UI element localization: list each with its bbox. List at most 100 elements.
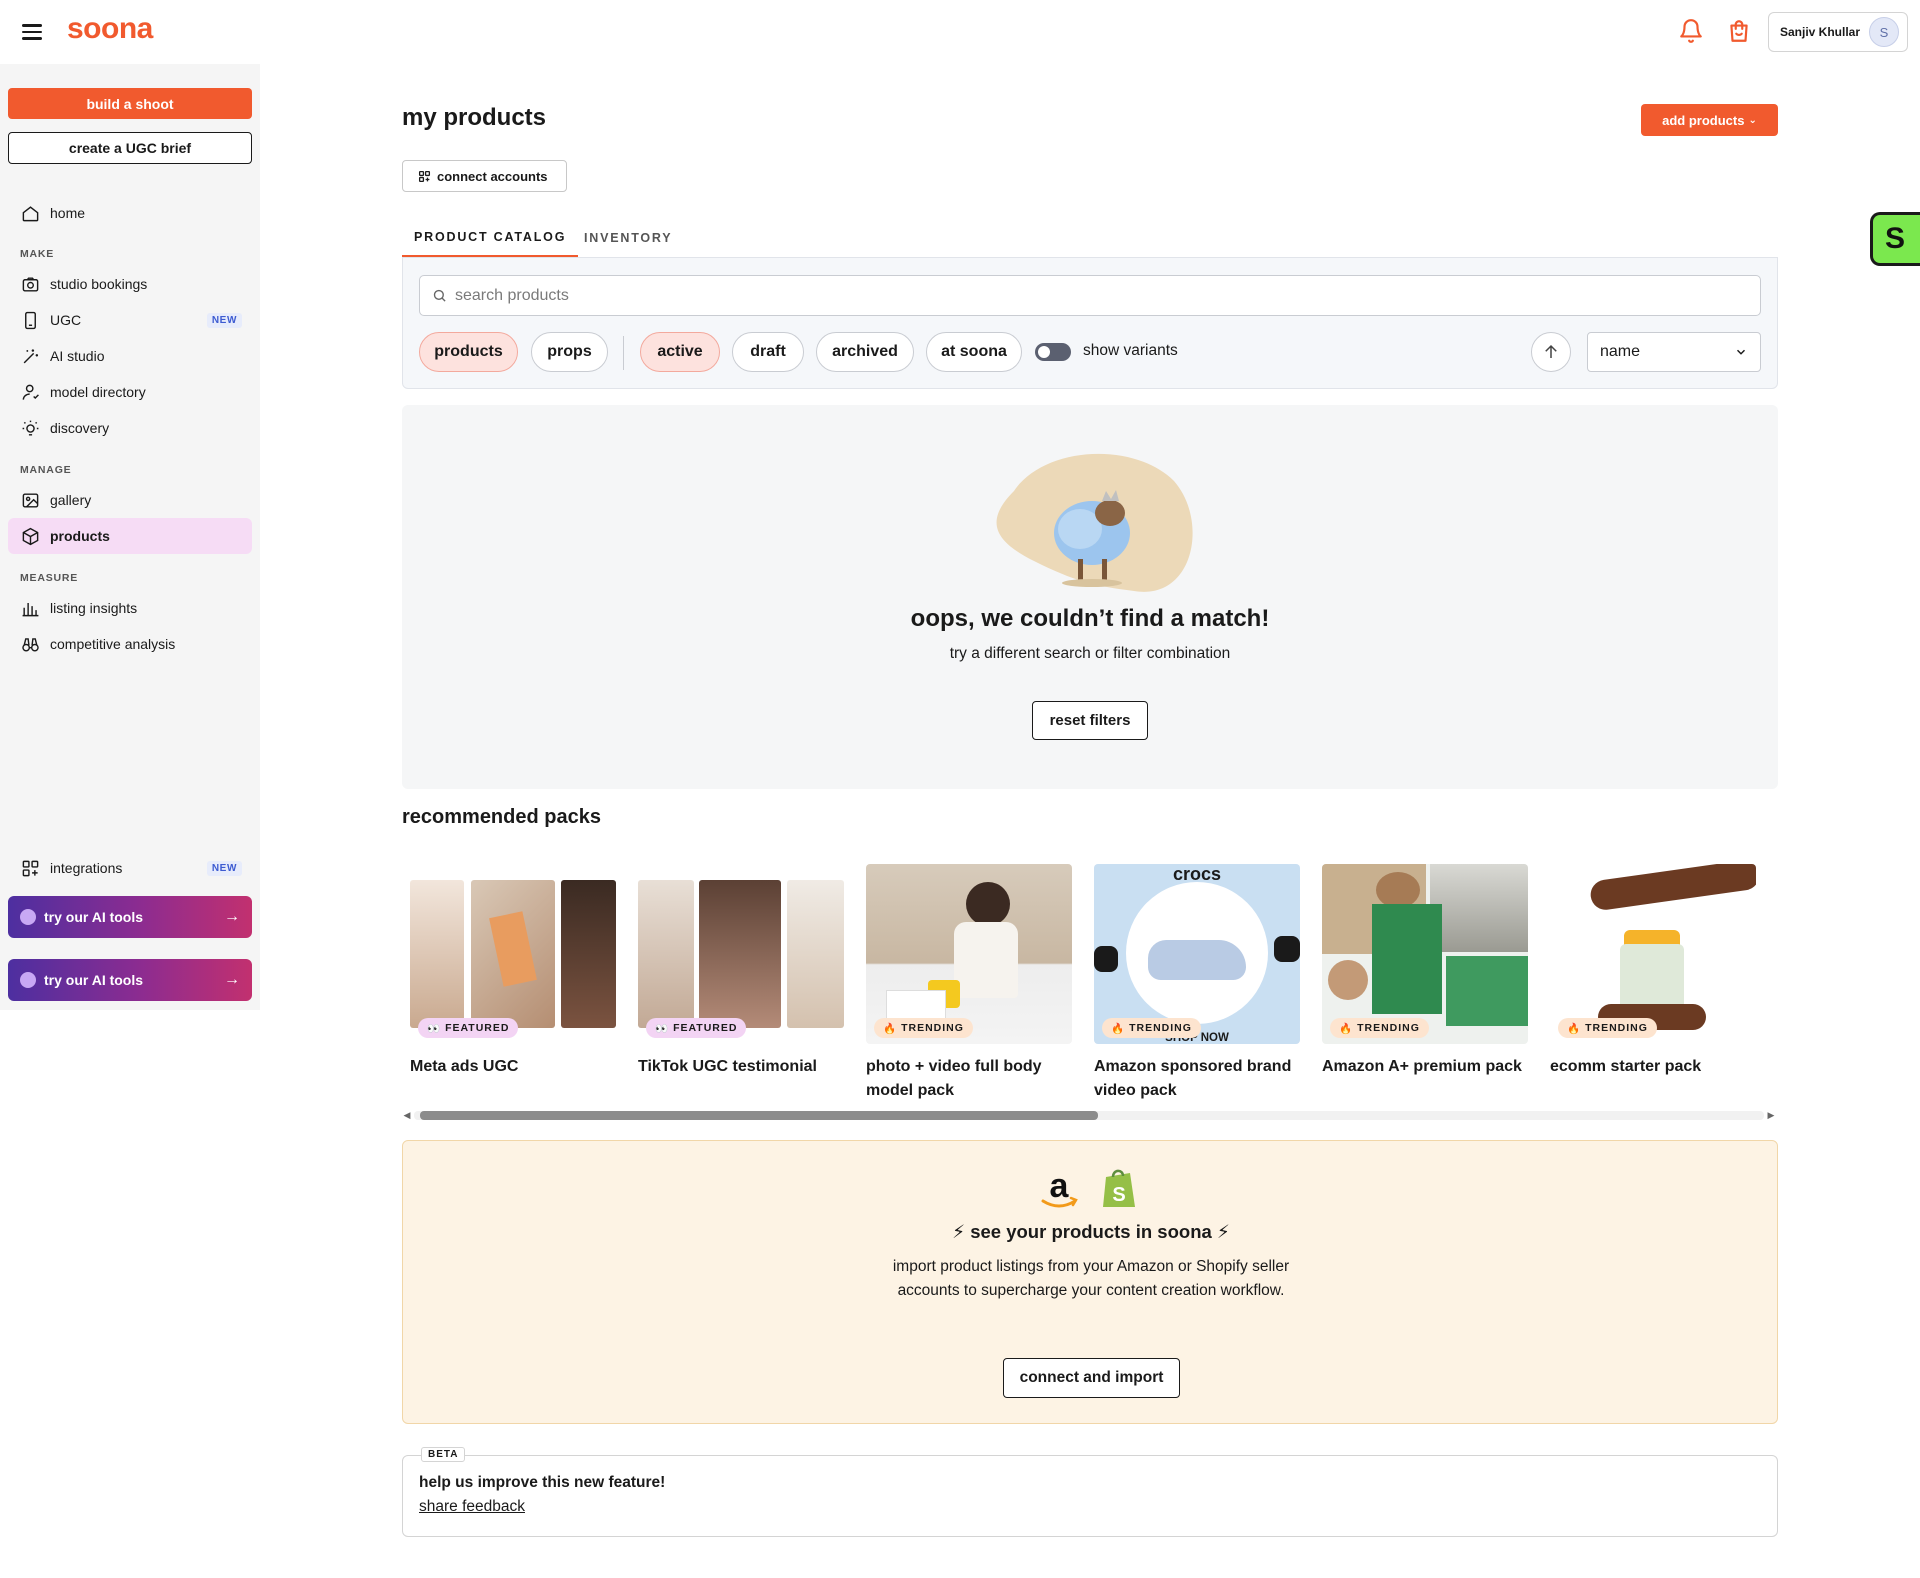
tab-product-catalog[interactable]: PRODUCT CATALOG (402, 218, 579, 258)
fire-icon: 🔥 (883, 1022, 898, 1035)
pack-card[interactable]: 🔥 TRENDING ecomm starter pack (1550, 864, 1756, 1079)
filter-props[interactable]: props (531, 332, 608, 372)
pack-card[interactable]: 🔥 TRENDING photo + video full body model … (866, 864, 1072, 1103)
search-input[interactable] (455, 286, 1717, 305)
pack-thumbnail[interactable]: crocs SHOP NOW 🔥 TRENDING (1094, 864, 1300, 1044)
pack-card[interactable]: crocs SHOP NOW 🔥 TRENDING Amazon sponsore… (1094, 864, 1300, 1103)
pack-name[interactable]: Meta ads UGC (410, 1055, 616, 1079)
show-variants-label: show variants (1083, 342, 1178, 359)
shopping-bag-icon[interactable] (1726, 18, 1752, 44)
pack-thumbnail[interactable]: 🔥 TRENDING (1550, 864, 1756, 1044)
image-icon (20, 490, 40, 510)
section-manage-label: MANAGE (20, 464, 72, 476)
beta-badge: BETA (421, 1447, 466, 1462)
pack-card[interactable]: 👀 FEATURED TikTok UGC testimonial (638, 864, 844, 1079)
sidebar-item-label: home (50, 205, 86, 221)
ai-tools-label: try our AI tools (44, 909, 144, 925)
tabs: PRODUCT CATALOG INVENTORY (402, 218, 1778, 258)
connect-accounts-button[interactable]: connect accounts (402, 160, 567, 192)
create-ugc-brief-button[interactable]: create a UGC brief (8, 132, 252, 164)
sidebar-item-label: AI studio (50, 348, 105, 364)
pack-name[interactable]: ecomm starter pack (1550, 1055, 1756, 1079)
home-icon (20, 203, 40, 223)
sort-value: name (1600, 343, 1641, 360)
pack-card[interactable]: 🔥 TRENDING Amazon A+ premium pack (1322, 864, 1528, 1079)
pack-thumbnail[interactable]: 👀 FEATURED (410, 864, 616, 1044)
new-badge: NEW (206, 860, 242, 876)
import-logos: a S (1037, 1167, 1147, 1213)
chevron-down-icon (1736, 349, 1746, 355)
empty-title: oops, we couldn’t find a match! (910, 605, 1270, 632)
bell-icon[interactable] (1678, 18, 1704, 44)
scroll-left-icon[interactable]: ◀ (402, 1108, 412, 1122)
filter-products[interactable]: products (419, 332, 518, 372)
sidebar-item-model-directory[interactable]: model directory (8, 374, 252, 410)
share-feedback-link[interactable]: share feedback (419, 1498, 525, 1516)
scroll-thumb[interactable] (420, 1111, 1098, 1120)
filter-archived[interactable]: archived (816, 332, 914, 372)
search-icon (433, 289, 446, 302)
eyes-icon: 👀 (655, 1022, 670, 1035)
account-name: Sanjiv Khullar (1780, 25, 1861, 39)
sort-select[interactable]: name (1587, 332, 1761, 372)
sidebar-item-home[interactable]: home (8, 195, 252, 231)
sidebar-item-studio-bookings[interactable]: studio bookings (8, 266, 252, 302)
hamburger-menu-icon[interactable] (20, 20, 44, 44)
packs-scrollbar[interactable]: ◀ ▶ (402, 1108, 1778, 1122)
import-description: import product listings from your Amazon… (892, 1258, 1290, 1299)
empty-subtitle: try a different search or filter combina… (949, 645, 1231, 662)
pack-name[interactable]: Amazon A+ premium pack (1322, 1055, 1528, 1079)
bar-chart-icon (20, 598, 40, 618)
build-shoot-button[interactable]: build a shoot (8, 88, 252, 119)
search-box[interactable] (419, 275, 1761, 316)
tab-inventory[interactable]: INVENTORY (572, 218, 684, 258)
section-measure-label: MEASURE (20, 572, 79, 584)
s-widget-button[interactable]: S (1870, 212, 1920, 266)
filter-active[interactable]: active (640, 332, 720, 372)
sidebar-item-listing-insights[interactable]: listing insights (8, 590, 252, 626)
account-menu[interactable]: Sanjiv Khullar S (1768, 12, 1908, 52)
pack-thumbnail[interactable]: 🔥 TRENDING (1322, 864, 1528, 1044)
sidebar-item-label: gallery (50, 492, 92, 508)
try-ai-tools-button[interactable]: try our AI tools → (8, 959, 252, 1001)
sidebar-item-label: competitive analysis (50, 636, 176, 652)
sparkle-icon (20, 909, 36, 925)
eyes-icon: 👀 (427, 1022, 442, 1035)
pack-thumbnail[interactable]: 🔥 TRENDING (866, 864, 1072, 1044)
scroll-right-icon[interactable]: ▶ (1766, 1108, 1776, 1122)
pack-thumbnail[interactable]: 👀 FEATURED (638, 864, 844, 1044)
svg-text:a: a (1050, 1167, 1070, 1205)
box-icon (20, 526, 40, 546)
reset-filters-button[interactable]: reset filters (1032, 701, 1148, 740)
filter-draft[interactable]: draft (732, 332, 804, 372)
arrow-right-icon: → (224, 971, 240, 988)
filters-panel: products props active draft archived at … (402, 257, 1778, 389)
sidebar-item-gallery[interactable]: gallery (8, 482, 252, 518)
sidebar-item-label: products (50, 528, 110, 544)
add-products-button[interactable]: add products ⌄ (1641, 104, 1778, 136)
try-ai-tools-button[interactable]: try our AI tools → (8, 896, 252, 938)
pack-tag: 👀 FEATURED (646, 1018, 747, 1038)
pack-name[interactable]: TikTok UGC testimonial (638, 1055, 844, 1079)
filter-at-soona[interactable]: at soona (926, 332, 1022, 372)
add-products-label: add products (1662, 112, 1745, 128)
show-variants-toggle[interactable] (1035, 343, 1071, 361)
sidebar-item-competitive-analysis[interactable]: competitive analysis (8, 626, 252, 662)
sidebar-item-ai-studio[interactable]: AI studio (8, 338, 252, 374)
pack-card[interactable]: 👀 FEATURED Meta ads UGC (410, 864, 616, 1079)
sidebar-item-products[interactable]: products (8, 518, 252, 554)
fire-icon: 🔥 (1567, 1022, 1582, 1035)
pack-name[interactable]: Amazon sponsored brand video pack (1094, 1055, 1300, 1103)
pack-tag: 🔥 TRENDING (1330, 1018, 1429, 1038)
empty-state: oops, we couldn’t find a match! try a di… (402, 405, 1778, 789)
pack-name[interactable]: photo + video full body model pack (866, 1055, 1072, 1103)
pack-tag: 🔥 TRENDING (1102, 1018, 1201, 1038)
sort-direction-button[interactable] (1531, 332, 1571, 372)
shopify-icon: S (1103, 1169, 1135, 1207)
sidebar-item-ugc[interactable]: UGC NEW (8, 302, 252, 338)
connect-and-import-button[interactable]: connect and import (1003, 1358, 1180, 1398)
sidebar-item-discovery[interactable]: discovery (8, 410, 252, 446)
lightbulb-icon (20, 418, 40, 438)
soona-logo[interactable]: soona (67, 12, 153, 46)
sidebar-item-integrations[interactable]: integrations NEW (8, 850, 252, 886)
